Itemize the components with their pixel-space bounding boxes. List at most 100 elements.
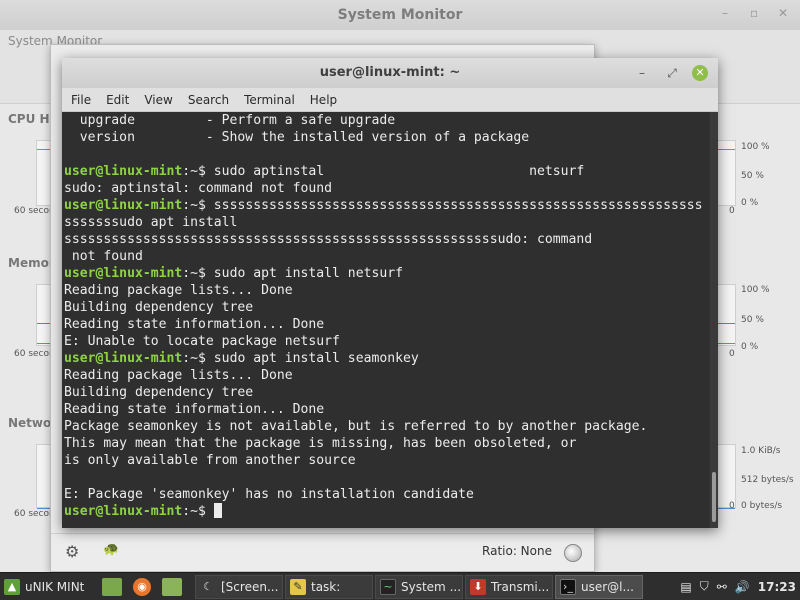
- network-y-mid: 512 bytes/s: [741, 475, 794, 485]
- terminal-line-text: E: Package 'seamonkey' has no installati…: [64, 487, 474, 502]
- terminal-line: Reading state information... Done: [64, 316, 710, 333]
- menu-button[interactable]: ▲ uNIK MINt: [0, 575, 98, 599]
- terminal-scrollbar[interactable]: [710, 112, 718, 528]
- cpu-y-100: 100 %: [741, 142, 770, 152]
- taskbar-window-screenshot[interactable]: ☾ [Screen...: [195, 574, 283, 599]
- terminal-line-text: Reading package lists... Done: [64, 283, 293, 298]
- network-history-title: Netwo: [8, 416, 52, 430]
- terminal-maximize-button[interactable]: ⤢: [664, 65, 680, 81]
- terminal-line: Package seamonkey is not available, but …: [64, 418, 710, 435]
- terminal-minimize-button[interactable]: –: [634, 65, 650, 81]
- turtle-icon[interactable]: 🐢: [103, 542, 119, 557]
- terminal-line: user@linux-mint:~$ sudo apt install nets…: [64, 265, 710, 282]
- prompt-separator: :~$: [182, 164, 214, 179]
- show-desktop-launcher[interactable]: [100, 575, 129, 599]
- monitor-icon: ~: [380, 578, 396, 595]
- terminal-line-text: Reading package lists... Done: [64, 368, 293, 383]
- terminal-titlebar: user@linux-mint: ~ – ⤢ ✕: [62, 58, 718, 88]
- network-y-bottom: 0 bytes/s: [741, 501, 783, 511]
- terminal-scrollbar-thumb[interactable]: [712, 472, 716, 522]
- shell-prompt: user@linux-mint: [64, 164, 183, 179]
- shell-prompt: user@linux-mint: [64, 198, 183, 213]
- shell-prompt: user@linux-mint: [64, 504, 183, 519]
- network-icon[interactable]: ⚯: [717, 580, 727, 594]
- terminal-line-text: This may mean that the package is missin…: [64, 436, 577, 451]
- terminal-close-button[interactable]: ✕: [692, 65, 708, 81]
- terminal-line: Reading package lists... Done: [64, 282, 710, 299]
- firefox-launcher[interactable]: ◉: [131, 575, 158, 599]
- terminal-line-text: not found: [64, 249, 143, 264]
- terminal-line-text: E: Unable to locate package netsurf: [64, 334, 340, 349]
- terminal-line: sudo: aptinstal: command not found: [64, 180, 710, 197]
- cpu-y-50: 50 %: [741, 171, 764, 181]
- memory-y-0: 0 %: [741, 342, 759, 352]
- cpu-x-label: 60 secon: [14, 206, 55, 216]
- mint-logo-icon: ▲: [4, 578, 20, 595]
- dialog-footer: ⚙ 🐢 Ratio: None: [51, 533, 594, 571]
- terminal-icon: ›_: [560, 578, 576, 595]
- terminal-line-text: version - Show the installed version of …: [64, 130, 530, 145]
- terminal-line-text: upgrade - Perform a safe upgrade: [64, 113, 396, 128]
- ratio-spinner-icon[interactable]: [564, 544, 582, 562]
- taskbar-window-transmission[interactable]: ⬇ Transmi...: [465, 574, 553, 599]
- memory-x-label: 60 secon: [14, 349, 55, 359]
- moon-icon: ☾: [203, 580, 213, 593]
- folder-icon: [162, 577, 182, 596]
- memory-y-100: 100 %: [741, 285, 770, 295]
- menu-terminal[interactable]: Terminal: [244, 93, 295, 107]
- system-tray: ▤ ⛉ ⚯ 🔊 17:23: [676, 579, 800, 594]
- taskbar-window-label: Transmi...: [491, 579, 550, 594]
- menu-view[interactable]: View: [144, 93, 172, 107]
- sysmon-minimize-button[interactable]: –: [722, 6, 728, 20]
- taskbar-window-terminal[interactable]: ›_ user@l...: [555, 574, 643, 599]
- prompt-separator: :~$: [182, 504, 214, 519]
- terminal-line: ssssssssssssssssssssssssssssssssssssssss…: [64, 231, 710, 248]
- menu-help[interactable]: Help: [310, 93, 337, 107]
- taskbar: ▲ uNIK MINt ◉ ☾ [Screen... ✎ task: ~ Sys…: [0, 572, 800, 600]
- terminal-line: user@linux-mint:~$: [64, 503, 710, 520]
- terminal-line: Building dependency tree: [64, 299, 710, 316]
- taskbar-window-label: user@l...: [581, 579, 634, 594]
- terminal-line: user@linux-mint:~$ sudo aptinstal netsur…: [64, 163, 710, 180]
- terminal-line-text: is only available from another source: [64, 453, 356, 468]
- menu-edit[interactable]: Edit: [106, 93, 129, 107]
- desktop-icon: [102, 577, 122, 596]
- terminal-line: not found: [64, 248, 710, 265]
- menu-button-label: uNIK MINt: [25, 579, 85, 594]
- volume-icon[interactable]: 🔊: [735, 580, 750, 594]
- sysmon-maximize-button[interactable]: ▫: [750, 6, 758, 20]
- taskbar-window-sysmon[interactable]: ~ System ...: [375, 574, 463, 599]
- network-y-top: 1.0 KiB/s: [741, 446, 781, 456]
- shield-icon[interactable]: ⛉: [700, 579, 709, 594]
- gear-icon[interactable]: ⚙: [65, 542, 79, 561]
- shell-prompt: user@linux-mint: [64, 266, 183, 281]
- prompt-separator: :~$: [182, 266, 214, 281]
- terminal-line-text: sudo aptinstal netsurf: [213, 164, 585, 179]
- terminal-line-text: Building dependency tree: [64, 385, 254, 400]
- notes-tray-icon[interactable]: ▤: [680, 580, 691, 594]
- files-launcher[interactable]: [160, 575, 189, 599]
- terminal-line: upgrade - Perform a safe upgrade: [64, 112, 710, 129]
- terminal-window: user@linux-mint: ~ – ⤢ ✕ File Edit View …: [62, 58, 718, 528]
- ratio-label: Ratio: None: [482, 544, 552, 558]
- terminal-line: version - Show the installed version of …: [64, 129, 710, 146]
- menu-search[interactable]: Search: [188, 93, 229, 107]
- note-icon: ✎: [290, 578, 306, 595]
- menu-file[interactable]: File: [71, 93, 91, 107]
- terminal-line: E: Unable to locate package netsurf: [64, 333, 710, 350]
- terminal-line: user@linux-mint:~$ sssssssssssssssssssss…: [64, 197, 710, 214]
- terminal-line: Reading state information... Done: [64, 401, 710, 418]
- terminal-output[interactable]: upgrade - Perform a safe upgrade version…: [62, 112, 710, 528]
- network-x-label: 60 secon: [14, 509, 55, 519]
- terminal-line-text: Reading state information... Done: [64, 402, 325, 417]
- sysmon-close-button[interactable]: ✕: [778, 6, 788, 20]
- terminal-line: user@linux-mint:~$ sudo apt install seam…: [64, 350, 710, 367]
- terminal-line: is only available from another source: [64, 452, 710, 469]
- text-cursor: [213, 503, 222, 518]
- terminal-line-text: Reading state information... Done: [64, 317, 325, 332]
- terminal-line: This may mean that the package is missin…: [64, 435, 710, 452]
- terminal-line-text: sudo apt install netsurf: [213, 266, 403, 281]
- clock[interactable]: 17:23: [758, 580, 796, 594]
- taskbar-window-task[interactable]: ✎ task:: [285, 574, 373, 599]
